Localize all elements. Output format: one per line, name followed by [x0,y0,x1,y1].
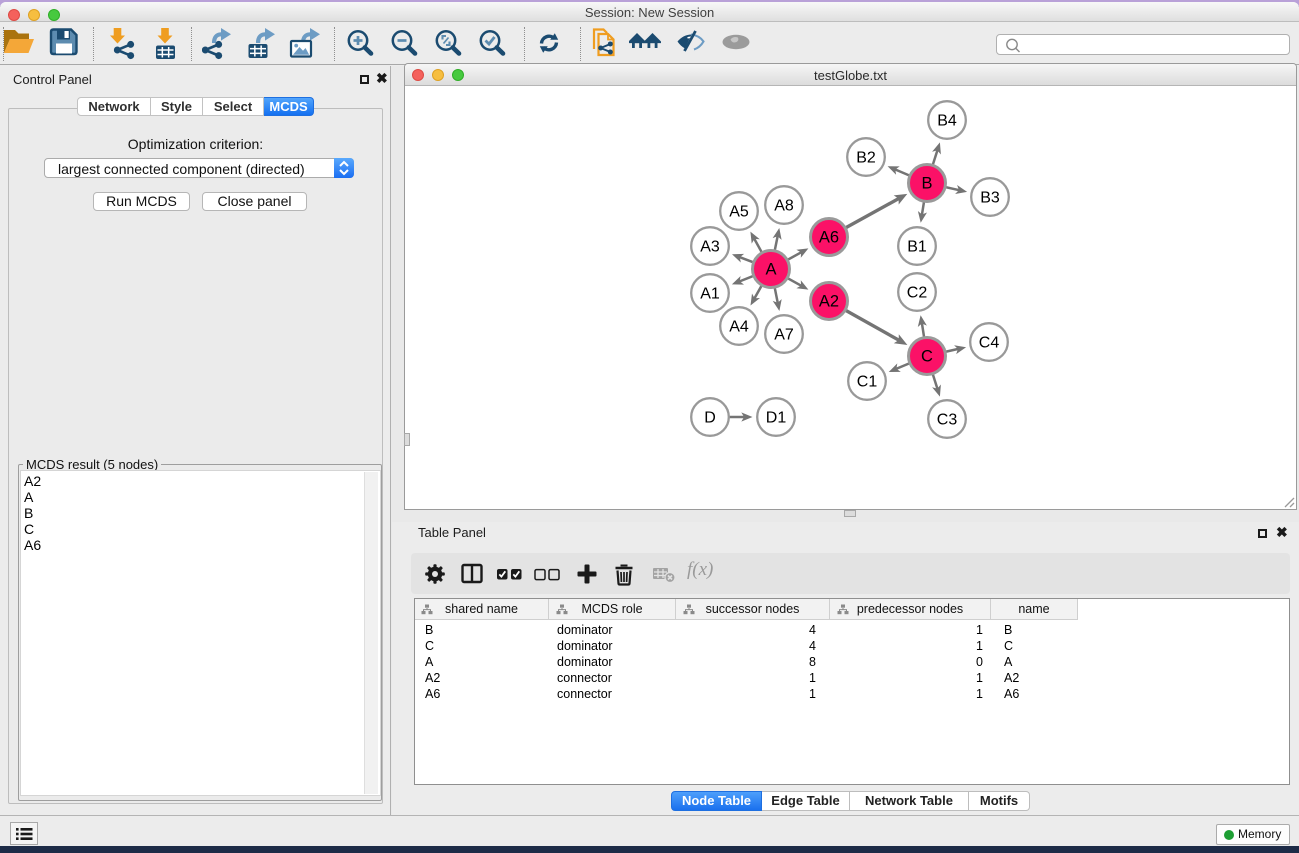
svg-text:B3: B3 [980,190,1000,207]
svg-text:D: D [704,410,716,427]
svg-text:C4: C4 [979,335,1000,352]
svg-text:A2: A2 [819,293,839,311]
svg-text:A3: A3 [700,239,720,256]
svg-text:A8: A8 [774,198,794,215]
svg-text:A7: A7 [774,327,794,344]
svg-text:A6: A6 [819,229,839,247]
svg-text:C1: C1 [857,374,878,391]
svg-text:B1: B1 [907,239,927,256]
svg-text:B4: B4 [937,113,957,130]
svg-text:C2: C2 [907,285,928,302]
svg-text:D1: D1 [766,410,787,427]
svg-text:B: B [921,175,932,193]
svg-text:A4: A4 [729,319,749,336]
svg-text:C: C [921,348,933,366]
svg-text:A5: A5 [729,204,749,221]
svg-text:A1: A1 [700,286,720,303]
svg-text:C3: C3 [937,412,958,429]
svg-text:B2: B2 [856,150,876,167]
svg-text:A: A [765,261,776,279]
